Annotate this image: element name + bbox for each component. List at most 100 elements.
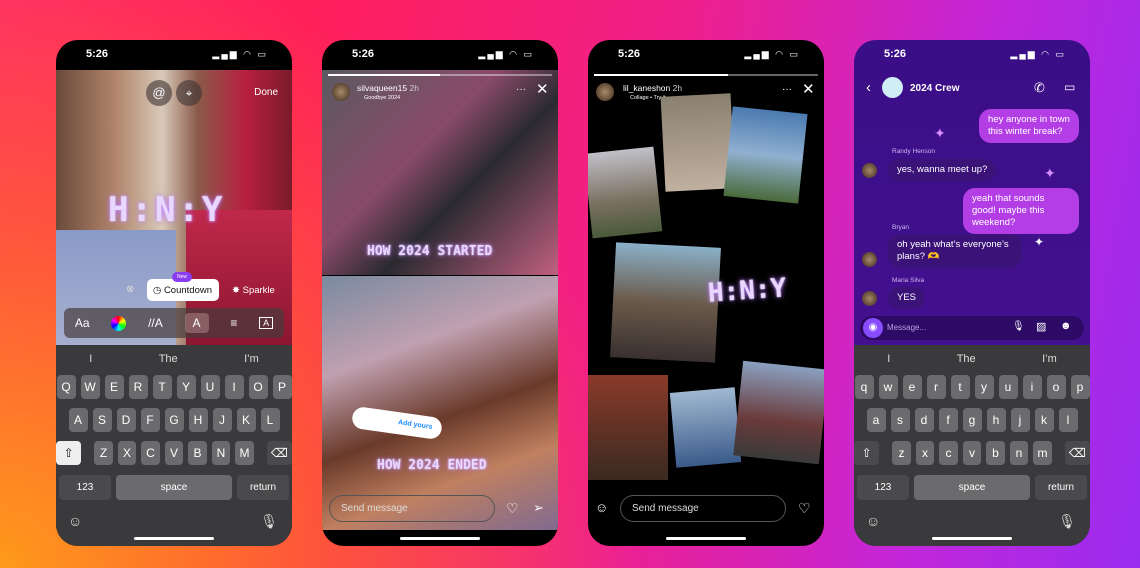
camera-icon[interactable]: ☺ bbox=[595, 500, 608, 515]
microphone-icon[interactable]: 🎙 bbox=[260, 513, 278, 530]
key[interactable]: B bbox=[188, 441, 207, 465]
gallery-icon[interactable]: ▨ bbox=[1036, 320, 1046, 333]
delete-key[interactable]: ⌫ bbox=[266, 441, 292, 465]
suggestion[interactable]: The bbox=[957, 353, 976, 365]
key[interactable]: z bbox=[892, 441, 911, 465]
effect-tool[interactable]: A bbox=[184, 313, 209, 333]
like-icon[interactable]: ♡ bbox=[506, 500, 519, 517]
group-avatar[interactable] bbox=[882, 77, 903, 98]
key[interactable]: y bbox=[974, 375, 994, 399]
video-call-icon[interactable]: ▭ bbox=[1064, 80, 1075, 94]
key[interactable]: g bbox=[962, 408, 982, 432]
key[interactable]: m bbox=[1033, 441, 1052, 465]
key[interactable]: i bbox=[1022, 375, 1042, 399]
share-icon[interactable]: ➢ bbox=[533, 500, 544, 516]
key[interactable]: j bbox=[1010, 408, 1030, 432]
return-key[interactable]: return bbox=[1035, 475, 1087, 500]
numbers-key[interactable]: 123 bbox=[857, 475, 909, 500]
key[interactable]: U bbox=[200, 375, 220, 399]
suggestion[interactable]: I bbox=[887, 353, 890, 365]
key[interactable]: l bbox=[1058, 408, 1078, 432]
font-tool[interactable]: Aa bbox=[75, 316, 90, 330]
avatar[interactable] bbox=[596, 83, 614, 101]
key[interactable]: p bbox=[1070, 375, 1090, 399]
key[interactable]: H bbox=[188, 408, 208, 432]
message-input[interactable]: Message... bbox=[887, 323, 926, 332]
key[interactable]: R bbox=[128, 375, 148, 399]
space-key[interactable]: space bbox=[914, 475, 1030, 500]
username[interactable]: silvaqueen15 2h bbox=[357, 83, 419, 93]
key[interactable]: P bbox=[272, 375, 292, 399]
done-button[interactable]: Done bbox=[254, 87, 278, 98]
avatar[interactable] bbox=[862, 163, 877, 178]
sparkle-button[interactable]: ✸ Sparkle bbox=[232, 285, 275, 296]
chat-title[interactable]: 2024 Crew bbox=[910, 83, 959, 94]
return-key[interactable]: return bbox=[237, 475, 289, 500]
avatar[interactable] bbox=[862, 252, 877, 267]
key[interactable]: T bbox=[152, 375, 172, 399]
key[interactable]: b bbox=[986, 441, 1005, 465]
key[interactable]: M bbox=[235, 441, 254, 465]
key[interactable]: e bbox=[902, 375, 922, 399]
key[interactable]: D bbox=[116, 408, 136, 432]
key[interactable]: w bbox=[878, 375, 898, 399]
key[interactable]: a bbox=[866, 408, 886, 432]
key[interactable]: X bbox=[117, 441, 137, 465]
key[interactable]: u bbox=[998, 375, 1018, 399]
key[interactable]: I bbox=[224, 375, 244, 399]
key[interactable]: h bbox=[986, 408, 1006, 432]
send-message-input[interactable]: Send message bbox=[329, 495, 495, 522]
microphone-icon[interactable]: 🎙 bbox=[1012, 321, 1025, 332]
countdown-button[interactable]: ◷ Countdown New bbox=[147, 272, 219, 301]
key[interactable]: Z bbox=[94, 441, 113, 465]
key[interactable]: O bbox=[248, 375, 268, 399]
send-message-input[interactable]: Send message bbox=[620, 495, 786, 522]
shift-key[interactable]: ⇧ bbox=[56, 441, 82, 465]
close-icon[interactable]: ✕ bbox=[802, 80, 815, 98]
mention-button[interactable]: @ bbox=[146, 80, 172, 106]
back-icon[interactable]: ‹ bbox=[866, 79, 871, 96]
key[interactable]: W bbox=[80, 375, 100, 399]
key[interactable]: v bbox=[962, 441, 982, 465]
key[interactable]: r bbox=[926, 375, 946, 399]
suggestion[interactable]: I’m bbox=[244, 353, 259, 365]
delete-key[interactable]: ⌫ bbox=[1064, 441, 1090, 465]
sticker-icon[interactable]: ☻ bbox=[1060, 320, 1072, 332]
key[interactable]: N bbox=[211, 441, 231, 465]
emoji-icon[interactable]: ☺ bbox=[68, 513, 82, 529]
camera-button[interactable]: ◉ bbox=[863, 318, 883, 338]
suggestion[interactable]: The bbox=[159, 353, 178, 365]
avatar[interactable] bbox=[332, 83, 350, 101]
key[interactable]: f bbox=[938, 408, 958, 432]
call-icon[interactable]: ✆ bbox=[1034, 80, 1045, 96]
key[interactable]: G bbox=[164, 408, 184, 432]
key[interactable]: A bbox=[68, 408, 88, 432]
more-icon[interactable]: ··· bbox=[782, 84, 792, 95]
key[interactable]: V bbox=[164, 441, 184, 465]
key[interactable]: s bbox=[890, 408, 910, 432]
color-tool[interactable] bbox=[111, 315, 127, 331]
story-subtitle[interactable]: Goodbye 2024 bbox=[364, 95, 400, 101]
align-tool[interactable]: ≡ bbox=[230, 316, 237, 330]
key[interactable]: L bbox=[260, 408, 280, 432]
key[interactable]: c bbox=[939, 441, 958, 465]
emoji-icon[interactable]: ☺ bbox=[866, 513, 880, 529]
key[interactable]: Q bbox=[56, 375, 76, 399]
like-icon[interactable]: ♡ bbox=[798, 500, 811, 517]
shift-key[interactable]: ⇧ bbox=[854, 441, 880, 465]
more-icon[interactable]: ··· bbox=[516, 84, 526, 95]
key[interactable]: K bbox=[236, 408, 256, 432]
key[interactable]: x bbox=[915, 441, 935, 465]
key[interactable]: k bbox=[1034, 408, 1054, 432]
key[interactable]: n bbox=[1009, 441, 1029, 465]
style-tool[interactable]: //A bbox=[148, 316, 163, 330]
suggestion[interactable]: I bbox=[89, 353, 92, 365]
key[interactable]: o bbox=[1046, 375, 1066, 399]
close-icon[interactable]: ✕ bbox=[536, 80, 549, 98]
key[interactable]: J bbox=[212, 408, 232, 432]
space-key[interactable]: space bbox=[116, 475, 232, 500]
key[interactable]: t bbox=[950, 375, 970, 399]
key[interactable]: Y bbox=[176, 375, 196, 399]
key[interactable]: S bbox=[92, 408, 112, 432]
avatar[interactable] bbox=[862, 291, 877, 306]
